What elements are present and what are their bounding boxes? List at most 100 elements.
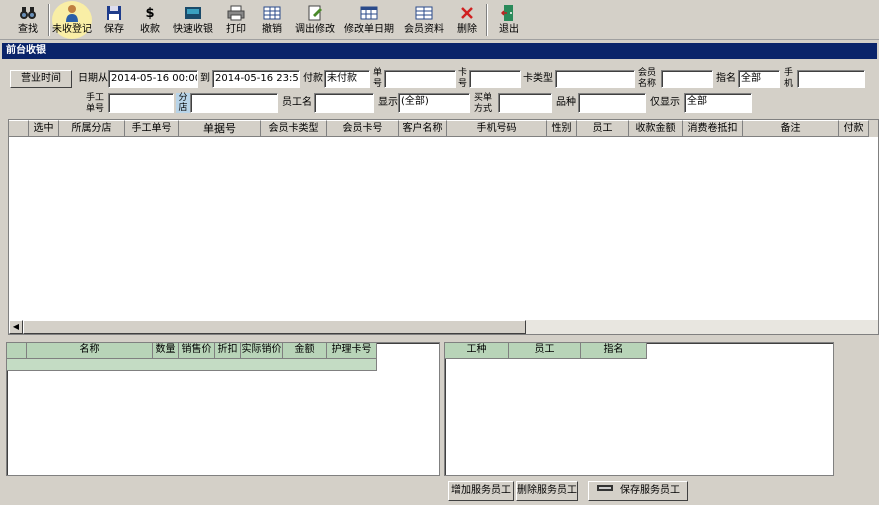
assign-label: 指名 [716, 73, 736, 84]
items-col-header[interactable]: 名称 [27, 343, 153, 359]
branch-select[interactable] [190, 93, 278, 113]
unpaid-register-button[interactable]: 未收登记 [50, 2, 94, 38]
payment-select[interactable]: 未付款 [324, 70, 370, 88]
col-header[interactable]: 付款 [839, 120, 869, 137]
items-col-header[interactable]: 数量 [153, 343, 179, 359]
col-header[interactable]: 客户名称 [399, 120, 447, 137]
printer-icon [226, 4, 246, 22]
assign-select[interactable]: 全部 [738, 70, 780, 88]
orders-grid-header: 选中 所属分店 手工单号 单据号 会员卡类型 会员卡号 客户名称 手机号码 性别… [9, 120, 878, 137]
buy-method-label: 买单方式 [474, 93, 493, 114]
register-icon [183, 4, 203, 22]
to-label: 到 [200, 73, 210, 84]
only-show-select[interactable]: 全部 [684, 93, 752, 113]
save-staff-button[interactable]: 保存服务员工 [588, 481, 688, 501]
toolbar-separator [486, 4, 488, 36]
add-staff-button[interactable]: 增加服务员工 [448, 481, 514, 501]
save-staff-icon [596, 482, 614, 500]
col-header[interactable]: 性别 [547, 120, 577, 137]
toolbar: 查找 未收登记 保存 $ 收款 快速收银 打印 撤销 调出修改 修改单日期 会员… [0, 0, 879, 40]
exit-button[interactable]: 退出 [496, 2, 522, 38]
col-header[interactable]: 手工单号 [125, 120, 179, 137]
card-no-label: 卡号 [458, 68, 468, 89]
delete-label: 删除 [457, 24, 477, 35]
col-header[interactable]: 所属分店 [59, 120, 125, 137]
display-label: 显示 [378, 97, 398, 108]
date-from-label: 日期从 [78, 73, 108, 84]
row-indicator-header [7, 343, 27, 359]
date-from-input[interactable]: 2014-05-16 00:00 [108, 70, 198, 88]
card-no-input[interactable] [469, 70, 521, 88]
items-col-header[interactable]: 销售价 [179, 343, 215, 359]
staff-col-header[interactable]: 指名 [581, 343, 647, 359]
member-name-input[interactable] [661, 70, 713, 88]
save-label: 保存 [104, 24, 124, 35]
binoculars-icon [18, 4, 38, 22]
phone-label: 手机 [784, 68, 794, 89]
manual-no-input[interactable] [108, 93, 174, 113]
delete-button[interactable]: 删除 [454, 2, 480, 38]
save-button[interactable]: 保存 [100, 2, 128, 38]
window-title: 前台收银 [2, 43, 877, 59]
change-date-label: 修改单日期 [344, 24, 394, 35]
staff-col-header[interactable]: 员工 [509, 343, 581, 359]
card-type-label: 卡类型 [523, 73, 553, 84]
col-header[interactable]: 员工 [577, 120, 629, 137]
only-show-label: 仅显示 [650, 97, 680, 108]
date-to-input[interactable]: 2014-05-16 23:59 [212, 70, 300, 88]
col-header[interactable]: 会员卡类型 [261, 120, 327, 137]
buy-method-select[interactable] [498, 93, 552, 113]
staff-panel[interactable]: 工种 员工 指名 [444, 342, 834, 476]
person-icon [62, 4, 82, 22]
staff-col-header[interactable]: 工种 [445, 343, 509, 359]
items-panel[interactable]: 名称 数量 销售价 折扣 实际销价 金额 护理卡号 [6, 342, 440, 476]
category-select[interactable] [578, 93, 646, 113]
quick-checkout-label: 快速收银 [173, 24, 213, 35]
orders-grid[interactable]: 选中 所属分店 手工单号 单据号 会员卡类型 会员卡号 客户名称 手机号码 性别… [8, 119, 879, 335]
recall-edit-button[interactable]: 调出修改 [292, 2, 338, 38]
col-header[interactable]: 收款金额 [629, 120, 683, 137]
horizontal-scrollbar[interactable]: ◀ [9, 320, 878, 334]
recall-edit-label: 调出修改 [295, 24, 335, 35]
business-time-button[interactable]: 营业时间 [10, 70, 72, 88]
display-select[interactable]: (全部) [398, 93, 470, 113]
save-staff-label: 保存服务员工 [620, 485, 680, 496]
col-header[interactable]: 会员卡号 [327, 120, 399, 137]
unpaid-register-label: 未收登记 [52, 24, 92, 35]
scroll-thumb[interactable] [23, 320, 526, 334]
phone-input[interactable] [797, 70, 865, 88]
col-header[interactable]: 单据号 [179, 120, 261, 137]
col-header[interactable]: 选中 [29, 120, 59, 137]
floppy-icon [104, 4, 124, 22]
remove-staff-button[interactable]: 删除服务员工 [516, 481, 578, 501]
change-date-button[interactable]: 修改单日期 [342, 2, 396, 38]
print-label: 打印 [226, 24, 246, 35]
items-col-header[interactable]: 金额 [283, 343, 327, 359]
find-button[interactable]: 查找 [12, 2, 44, 38]
collect-payment-button[interactable]: $ 收款 [136, 2, 164, 38]
col-header[interactable]: 消费卷抵扣 [683, 120, 743, 137]
items-col-header[interactable]: 护理卡号 [327, 343, 377, 359]
category-label: 品种 [556, 97, 576, 108]
undo-label: 撤销 [262, 24, 282, 35]
branch-label: 分店 [176, 93, 190, 113]
col-header[interactable]: 备注 [743, 120, 839, 137]
exit-door-icon [499, 4, 519, 22]
items-empty-row [7, 359, 377, 371]
order-no-input[interactable] [384, 70, 456, 88]
items-col-header[interactable]: 折扣 [215, 343, 241, 359]
print-button[interactable]: 打印 [222, 2, 250, 38]
grid-icon [262, 4, 282, 22]
col-header[interactable]: 手机号码 [447, 120, 547, 137]
dollar-icon: $ [145, 5, 155, 21]
undo-button[interactable]: 撤销 [258, 2, 286, 38]
quick-checkout-button[interactable]: 快速收银 [170, 2, 216, 38]
scroll-left-icon[interactable]: ◀ [9, 320, 23, 334]
card-type-select[interactable] [555, 70, 635, 88]
member-info-label: 会员资料 [404, 24, 444, 35]
items-col-header[interactable]: 实际销价 [241, 343, 283, 359]
manual-no-label: 手工单号 [85, 93, 104, 114]
member-info-button[interactable]: 会员资料 [402, 2, 446, 38]
staff-input[interactable] [314, 93, 374, 113]
find-label: 查找 [18, 24, 38, 35]
